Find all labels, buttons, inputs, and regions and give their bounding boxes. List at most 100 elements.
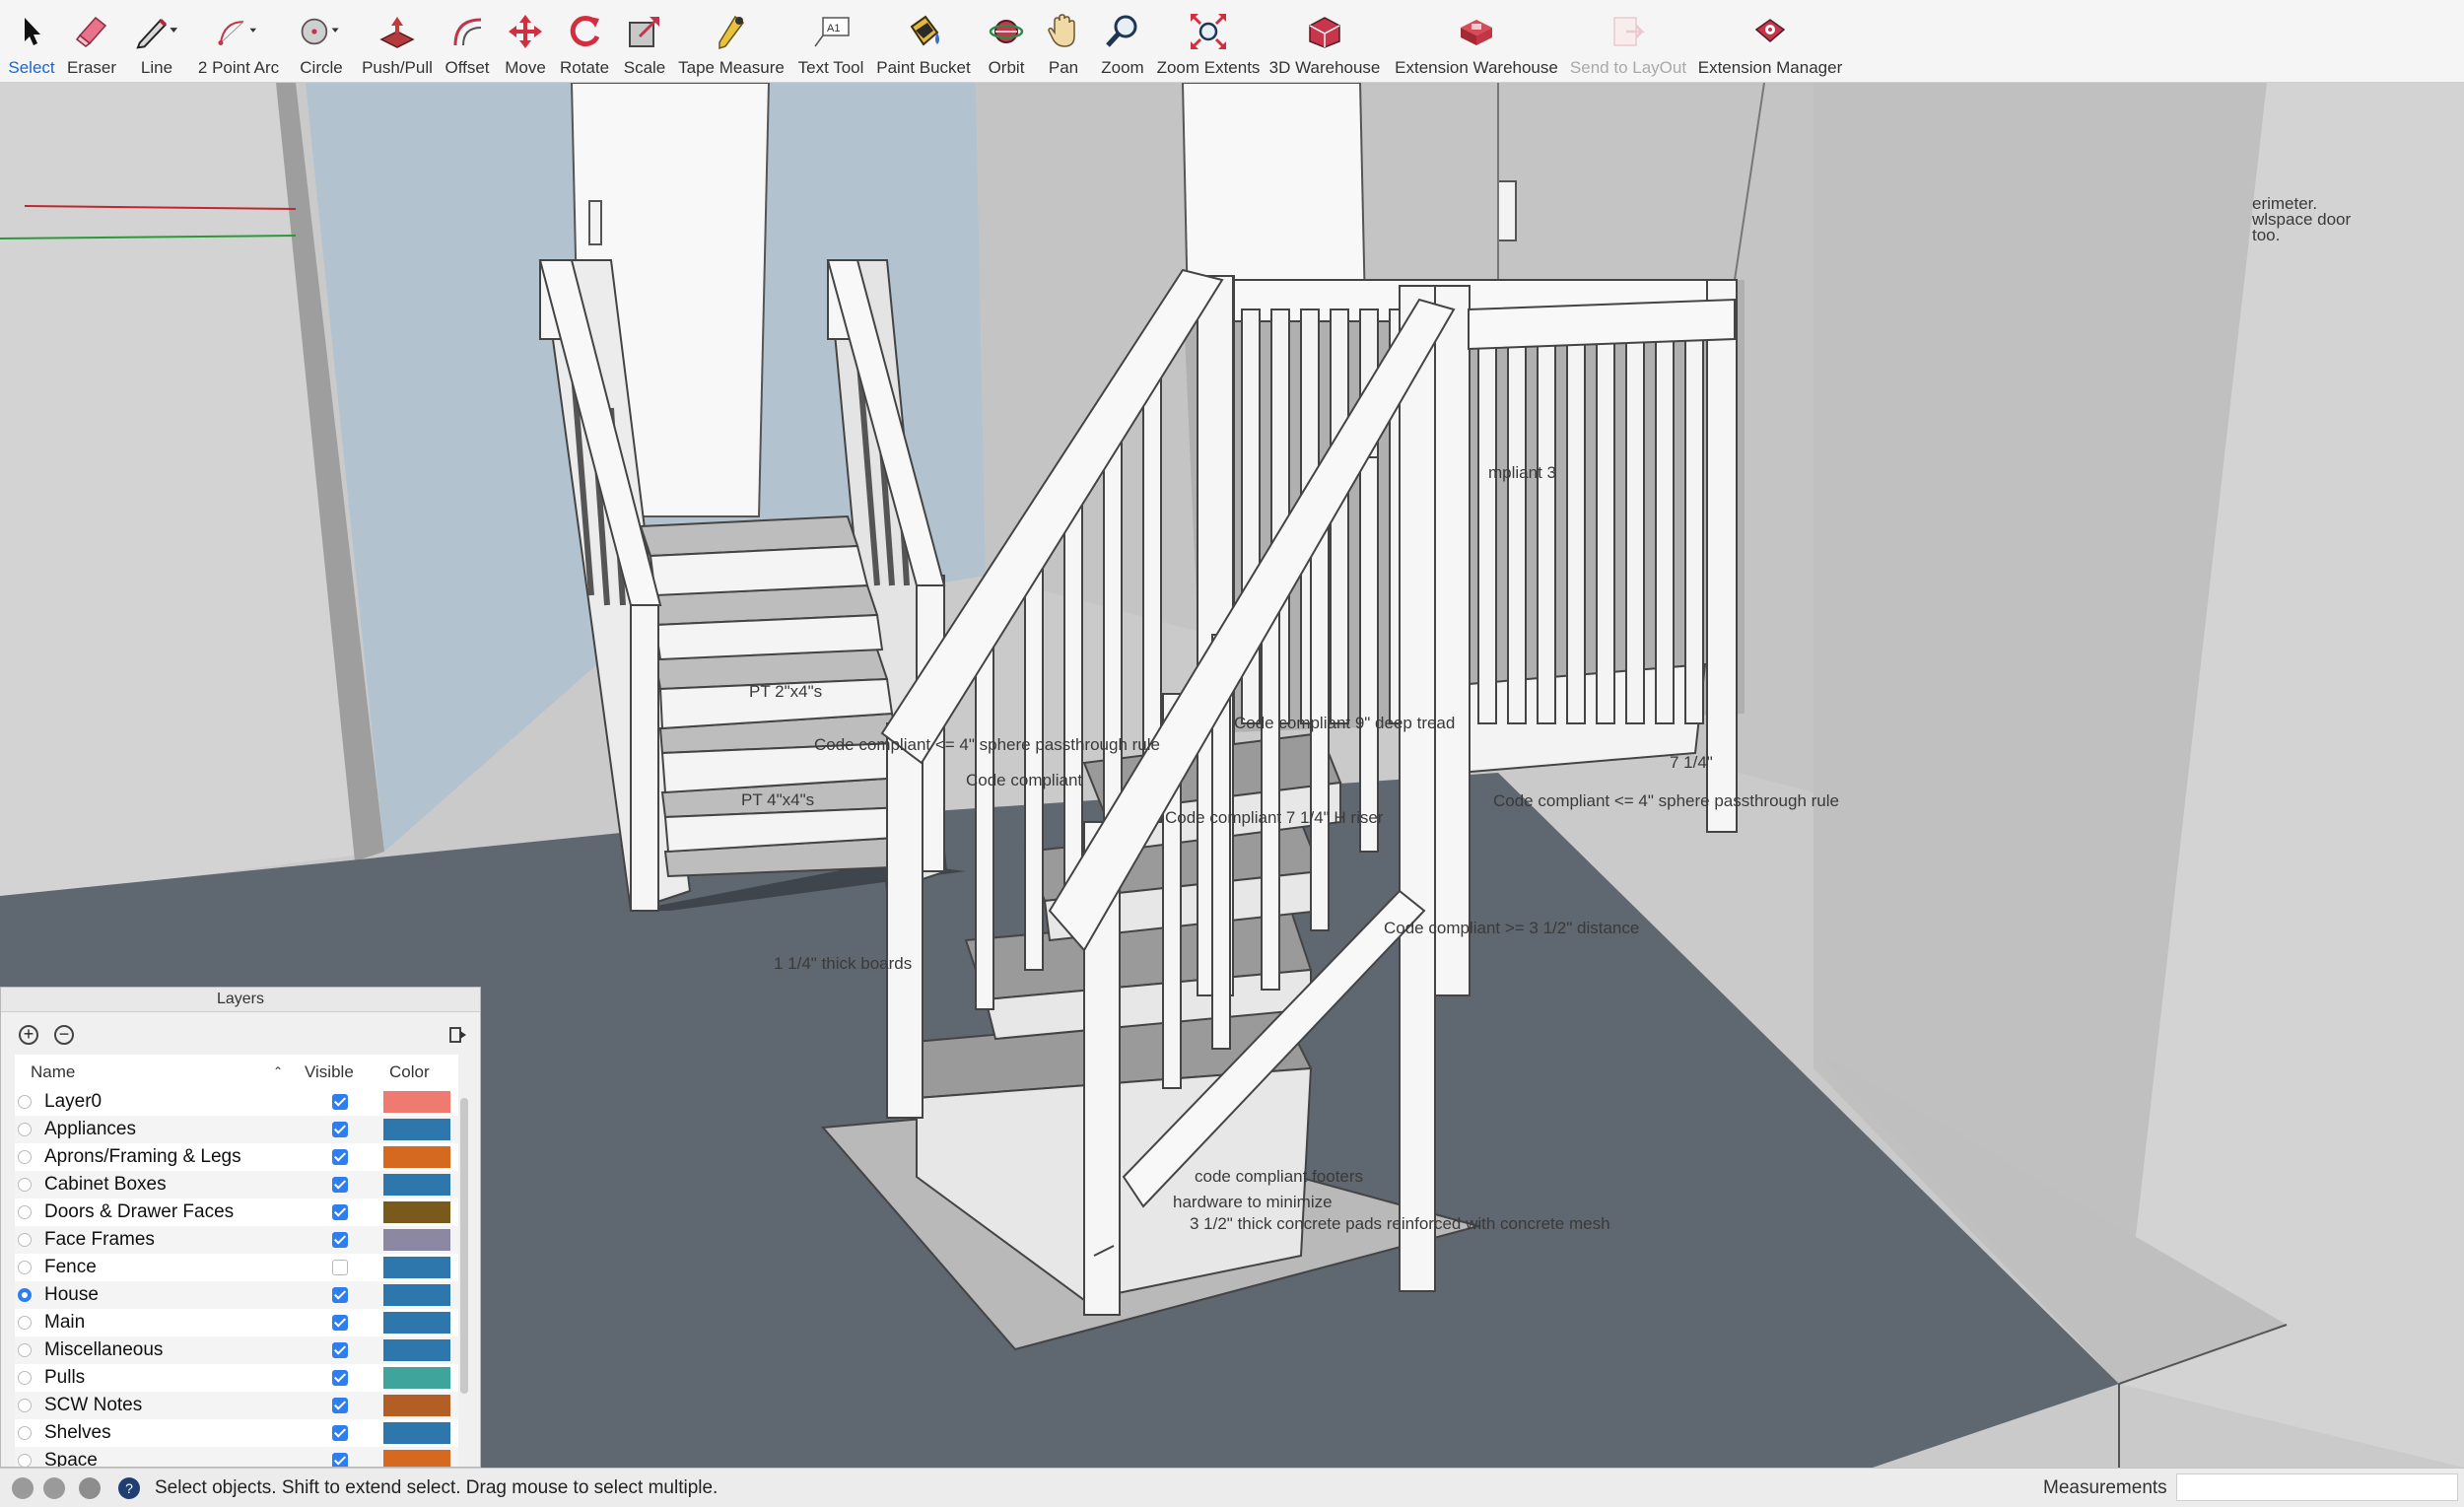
layer-row[interactable]: Shelves [15, 1419, 458, 1447]
remove-layer-button[interactable]: − [54, 1025, 74, 1045]
layer-name[interactable]: Layer0 [44, 1091, 102, 1113]
layer-visible-checkbox[interactable] [332, 1370, 348, 1386]
layer-name[interactable]: House [44, 1284, 99, 1306]
layer-row[interactable]: Pulls [15, 1364, 458, 1392]
layer-row[interactable]: Miscellaneous [15, 1336, 458, 1364]
layer-visible-checkbox[interactable] [332, 1232, 348, 1248]
help-icon[interactable]: ? [118, 1477, 140, 1499]
layer-visible-checkbox[interactable] [332, 1149, 348, 1165]
layer-row[interactable]: Layer0 [15, 1088, 458, 1116]
tape-measure-tool-button[interactable]: Tape Measure [676, 0, 787, 83]
layer-row[interactable]: Appliances [15, 1116, 458, 1143]
layer-row[interactable]: Doors & Drawer Faces [15, 1199, 458, 1226]
layer-row[interactable]: Fence [15, 1254, 458, 1281]
zoom-extents-tool-button[interactable]: Zoom Extents [1153, 0, 1264, 83]
layer-name[interactable]: Pulls [44, 1367, 85, 1389]
active-layer-radio[interactable] [18, 1233, 32, 1247]
layer-color-swatch[interactable] [383, 1339, 450, 1361]
layer-color-swatch[interactable] [383, 1119, 450, 1140]
layer-visible-checkbox[interactable] [332, 1342, 348, 1358]
layer-visible-checkbox[interactable] [332, 1260, 348, 1275]
active-layer-radio[interactable] [18, 1454, 32, 1467]
layer-color-swatch[interactable] [383, 1201, 450, 1223]
sort-ascending-icon[interactable]: ⌃ [273, 1064, 283, 1078]
active-layer-radio[interactable] [18, 1399, 32, 1412]
layer-visible-checkbox[interactable] [332, 1398, 348, 1413]
scale-tool-button[interactable]: Scale [617, 0, 672, 83]
layer-color-swatch[interactable] [383, 1367, 450, 1389]
layer-name[interactable]: Cabinet Boxes [44, 1174, 167, 1196]
send-to-layout-button[interactable]: Send to LayOut [1569, 0, 1687, 83]
layer-visible-checkbox[interactable] [332, 1287, 348, 1303]
credits-icon[interactable] [43, 1477, 65, 1499]
circle-tool-button[interactable]: Circle [294, 0, 349, 83]
layer-name[interactable]: Shelves [44, 1422, 111, 1444]
pan-tool-button[interactable]: Pan [1039, 0, 1088, 83]
active-layer-radio[interactable] [18, 1178, 32, 1192]
geolocation-icon[interactable] [12, 1477, 34, 1499]
zoom-tool-button[interactable]: Zoom [1094, 0, 1151, 83]
layer-row[interactable]: SCW Notes [15, 1392, 458, 1419]
move-tool-button[interactable]: Move [501, 0, 550, 83]
layer-color-swatch[interactable] [383, 1312, 450, 1334]
add-layer-button[interactable]: + [19, 1025, 38, 1045]
active-layer-radio[interactable] [18, 1343, 32, 1357]
layer-name[interactable]: Aprons/Framing & Legs [44, 1146, 241, 1168]
layer-name[interactable]: Main [44, 1312, 85, 1334]
eraser-tool-button[interactable]: Eraser [63, 0, 120, 83]
layer-name[interactable]: Fence [44, 1257, 97, 1278]
visible-column-header[interactable]: Visible [305, 1062, 354, 1082]
layer-color-swatch[interactable] [383, 1450, 450, 1467]
layer-row[interactable]: House [15, 1281, 458, 1309]
2-point-arc-tool-button[interactable]: 2 Point Arc [193, 0, 284, 83]
layer-row[interactable]: Aprons/Framing & Legs [15, 1143, 458, 1171]
paint-bucket-tool-button[interactable]: Paint Bucket [873, 0, 974, 83]
active-layer-radio[interactable] [18, 1150, 32, 1164]
layer-name[interactable]: Space [44, 1450, 98, 1467]
layers-scrollbar[interactable] [460, 1098, 468, 1394]
layer-name[interactable]: Face Frames [44, 1229, 155, 1251]
active-layer-radio[interactable] [18, 1205, 32, 1219]
layer-color-swatch[interactable] [383, 1174, 450, 1196]
layer-visible-checkbox[interactable] [332, 1315, 348, 1331]
3d-warehouse-button[interactable]: 3D Warehouse [1269, 0, 1380, 83]
layer-name[interactable]: Doors & Drawer Faces [44, 1201, 234, 1223]
active-layer-radio[interactable] [18, 1371, 32, 1385]
active-layer-radio[interactable] [18, 1095, 32, 1109]
layer-color-swatch[interactable] [383, 1229, 450, 1251]
layer-row[interactable]: Main [15, 1309, 458, 1336]
layer-name[interactable]: SCW Notes [44, 1395, 142, 1416]
extension-warehouse-button[interactable]: Extension Warehouse [1390, 0, 1563, 83]
offset-tool-button[interactable]: Offset [442, 0, 493, 83]
push-pull-tool-button[interactable]: Push/Pull [359, 0, 436, 83]
layer-row[interactable]: Space [15, 1447, 458, 1467]
rotate-tool-button[interactable]: Rotate [556, 0, 613, 83]
layer-color-swatch[interactable] [383, 1284, 450, 1306]
active-layer-radio[interactable] [18, 1426, 32, 1440]
active-layer-radio[interactable] [18, 1261, 32, 1274]
select-tool-button[interactable]: Select [4, 0, 59, 83]
account-icon[interactable] [79, 1477, 101, 1499]
extension-manager-button[interactable]: Extension Manager [1695, 0, 1845, 83]
layer-color-swatch[interactable] [383, 1395, 450, 1416]
layer-color-swatch[interactable] [383, 1091, 450, 1113]
layer-visible-checkbox[interactable] [332, 1122, 348, 1137]
active-layer-radio[interactable] [18, 1316, 32, 1330]
layer-row[interactable]: Cabinet Boxes [15, 1171, 458, 1199]
layer-color-swatch[interactable] [383, 1422, 450, 1444]
layer-visible-checkbox[interactable] [332, 1177, 348, 1193]
layer-row[interactable]: Face Frames [15, 1226, 458, 1254]
layer-visible-checkbox[interactable] [332, 1453, 348, 1467]
name-column-header[interactable]: Name [31, 1062, 75, 1082]
layer-name[interactable]: Appliances [44, 1119, 136, 1140]
active-layer-radio[interactable] [18, 1123, 32, 1136]
layer-visible-checkbox[interactable] [332, 1094, 348, 1110]
layer-visible-checkbox[interactable] [332, 1204, 348, 1220]
layer-name[interactable]: Miscellaneous [44, 1339, 163, 1361]
layer-details-icon[interactable] [448, 1025, 468, 1050]
layer-visible-checkbox[interactable] [332, 1425, 348, 1441]
color-column-header[interactable]: Color [389, 1062, 430, 1082]
layer-color-swatch[interactable] [383, 1146, 450, 1168]
line-tool-button[interactable]: Line [130, 0, 183, 83]
layer-color-swatch[interactable] [383, 1257, 450, 1278]
